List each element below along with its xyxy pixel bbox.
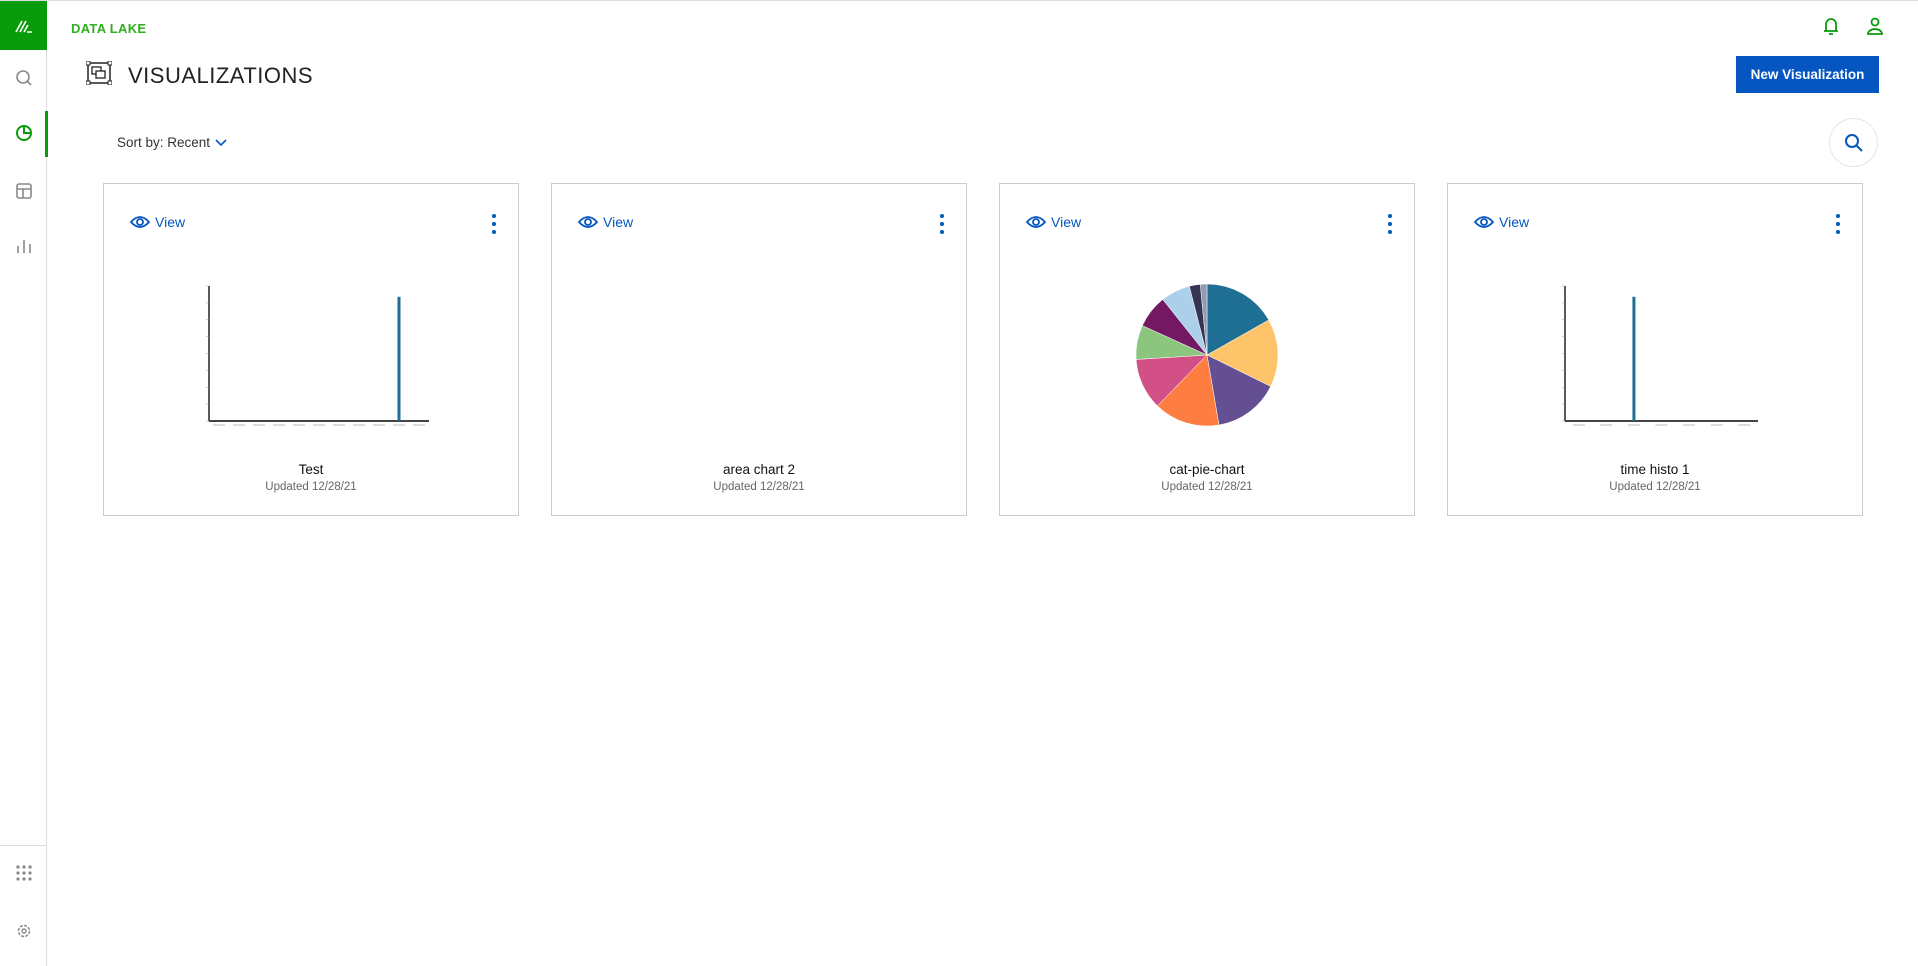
- new-visualization-button[interactable]: New Visualization: [1736, 56, 1879, 93]
- card-updated: Updated 12/28/21: [713, 481, 805, 493]
- card-title: time histo 1: [1620, 462, 1690, 477]
- chevron-down-icon: [215, 135, 227, 150]
- brand-label: DATA LAKE: [71, 21, 147, 36]
- eye-icon: [1026, 216, 1046, 228]
- card-title: cat-pie-chart: [1169, 462, 1245, 477]
- histogram-bar: [397, 296, 401, 421]
- gear-icon[interactable]: [0, 916, 47, 946]
- visualization-card[interactable]: View Test Updated 12/28/21: [103, 183, 519, 516]
- chart-preview: [1135, 283, 1279, 427]
- more-options-icon[interactable]: [490, 214, 498, 234]
- eye-icon: [578, 216, 598, 228]
- visualization-card[interactable]: View time histo 1 Updated 12/28/21: [1447, 183, 1863, 516]
- view-label: View: [603, 214, 634, 230]
- card-title: area chart 2: [722, 462, 796, 477]
- card-updated: Updated 12/28/21: [1161, 481, 1253, 493]
- view-label: View: [1499, 214, 1530, 230]
- card-title: Test: [298, 462, 324, 477]
- chart-preview: [206, 285, 429, 426]
- view-label: View: [1051, 214, 1082, 230]
- page-title: VISUALIZATIONS: [128, 62, 314, 88]
- bell-icon[interactable]: [1822, 16, 1840, 41]
- sidebar: [0, 1, 48, 966]
- page-header: VISUALIZATIONS: [85, 60, 314, 90]
- more-options-icon[interactable]: [1834, 214, 1842, 234]
- pie-chart-icon[interactable]: [0, 118, 47, 148]
- sort-dropdown[interactable]: Sort by: Recent: [117, 135, 227, 150]
- sidebar-divider: [0, 845, 47, 846]
- card-updated: Updated 12/28/21: [265, 481, 357, 493]
- search-button[interactable]: [1829, 118, 1878, 167]
- view-link[interactable]: View: [1026, 214, 1081, 230]
- user-icon[interactable]: [1865, 16, 1885, 41]
- visualization-card[interactable]: View area chart 2 Updated 12/28/21: [551, 183, 967, 516]
- card-updated: Updated 12/28/21: [1609, 481, 1701, 493]
- layout-icon[interactable]: [0, 176, 47, 206]
- view-link[interactable]: View: [130, 214, 185, 230]
- eye-icon: [1474, 216, 1494, 228]
- apps-grid-icon[interactable]: [0, 858, 47, 888]
- view-label: View: [155, 214, 186, 230]
- histogram-bar: [1632, 296, 1636, 421]
- search-icon[interactable]: [0, 63, 47, 93]
- active-indicator: [45, 111, 48, 157]
- view-link[interactable]: View: [1474, 214, 1529, 230]
- more-options-icon[interactable]: [1386, 214, 1394, 234]
- visualization-card[interactable]: View cat-pie-chart Updated 12/28/21: [999, 183, 1415, 516]
- search-icon: [1844, 133, 1863, 152]
- chart-preview: [552, 244, 968, 444]
- chart-preview: [1562, 285, 1758, 426]
- bar-chart-icon[interactable]: [0, 231, 47, 261]
- more-options-icon[interactable]: [938, 214, 946, 234]
- logo-icon[interactable]: [0, 1, 47, 50]
- visualizations-icon: [85, 60, 113, 90]
- sort-label: Sort by: Recent: [117, 135, 211, 150]
- view-link[interactable]: View: [578, 214, 633, 230]
- eye-icon: [130, 216, 150, 228]
